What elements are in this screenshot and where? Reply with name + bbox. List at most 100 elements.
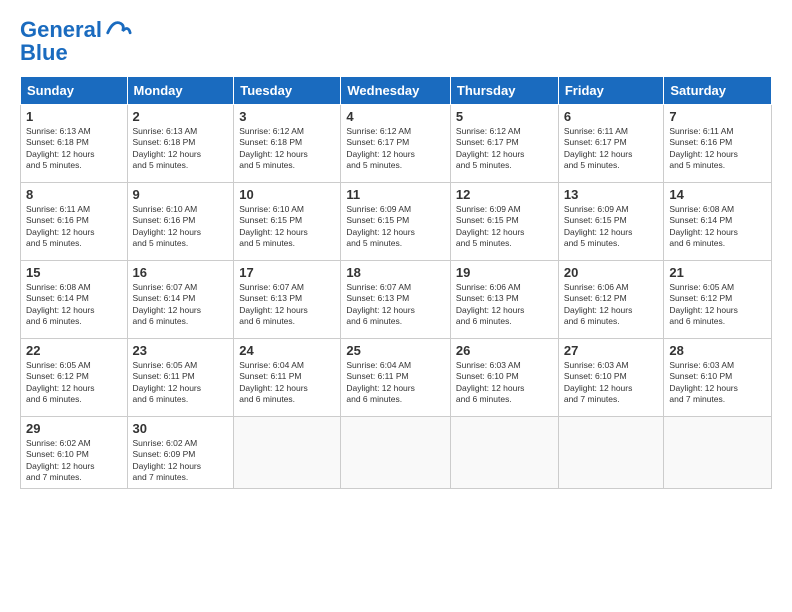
calendar-cell: 15 Sunrise: 6:08 AM Sunset: 6:14 PM Dayli… xyxy=(21,261,128,339)
calendar-cell: 1 Sunrise: 6:13 AM Sunset: 6:18 PM Daylig… xyxy=(21,105,128,183)
calendar-cell: 2 Sunrise: 6:13 AM Sunset: 6:18 PM Daylig… xyxy=(127,105,234,183)
calendar-cell: 3 Sunrise: 6:12 AM Sunset: 6:18 PM Daylig… xyxy=(234,105,341,183)
calendar-cell: 29Sunrise: 6:02 AM Sunset: 6:10 PM Dayli… xyxy=(21,417,128,489)
weekday-sunday: Sunday xyxy=(21,77,128,105)
calendar-cell: 22 Sunrise: 6:05 AM Sunset: 6:12 PM Dayli… xyxy=(21,339,128,417)
day-number: 7 xyxy=(669,109,766,124)
day-detail: Sunrise: 6:11 AM Sunset: 6:17 PM Dayligh… xyxy=(564,126,659,172)
weekday-monday: Monday xyxy=(127,77,234,105)
calendar-cell: 14 Sunrise: 6:08 AM Sunset: 6:14 PM Dayli… xyxy=(664,183,772,261)
day-number: 17 xyxy=(239,265,335,280)
day-number: 16 xyxy=(133,265,229,280)
calendar-cell: 10 Sunrise: 6:10 AM Sunset: 6:15 PM Dayli… xyxy=(234,183,341,261)
calendar-cell: 19Sunrise: 6:06 AM Sunset: 6:13 PM Dayli… xyxy=(450,261,558,339)
day-detail: Sunrise: 6:12 AM Sunset: 6:17 PM Dayligh… xyxy=(456,126,553,172)
calendar-cell: 13Sunrise: 6:09 AM Sunset: 6:15 PM Dayli… xyxy=(558,183,664,261)
day-detail: Sunrise: 6:07 AM Sunset: 6:14 PM Dayligh… xyxy=(133,282,229,328)
day-number: 4 xyxy=(346,109,445,124)
weekday-wednesday: Wednesday xyxy=(341,77,451,105)
calendar-cell: 17Sunrise: 6:07 AM Sunset: 6:13 PM Dayli… xyxy=(234,261,341,339)
day-detail: Sunrise: 6:05 AM Sunset: 6:11 PM Dayligh… xyxy=(133,360,229,406)
day-number: 25 xyxy=(346,343,445,358)
day-detail: Sunrise: 6:13 AM Sunset: 6:18 PM Dayligh… xyxy=(26,126,122,172)
day-detail: Sunrise: 6:03 AM Sunset: 6:10 PM Dayligh… xyxy=(456,360,553,406)
day-number: 21 xyxy=(669,265,766,280)
calendar-cell: 6 Sunrise: 6:11 AM Sunset: 6:17 PM Daylig… xyxy=(558,105,664,183)
calendar-cell: 7 Sunrise: 6:11 AM Sunset: 6:16 PM Daylig… xyxy=(664,105,772,183)
day-number: 29 xyxy=(26,421,122,436)
calendar-table: SundayMondayTuesdayWednesdayThursdayFrid… xyxy=(20,76,772,489)
day-number: 19 xyxy=(456,265,553,280)
calendar-week-5: 29Sunrise: 6:02 AM Sunset: 6:10 PM Dayli… xyxy=(21,417,772,489)
calendar-cell: 12Sunrise: 6:09 AM Sunset: 6:15 PM Dayli… xyxy=(450,183,558,261)
logo-icon xyxy=(104,16,132,44)
calendar-cell xyxy=(341,417,451,489)
day-number: 30 xyxy=(133,421,229,436)
day-number: 6 xyxy=(564,109,659,124)
calendar-cell: 25 Sunrise: 6:04 AM Sunset: 6:11 PM Dayli… xyxy=(341,339,451,417)
calendar-cell: 16 Sunrise: 6:07 AM Sunset: 6:14 PM Dayli… xyxy=(127,261,234,339)
day-detail: Sunrise: 6:07 AM Sunset: 6:13 PM Dayligh… xyxy=(346,282,445,328)
weekday-tuesday: Tuesday xyxy=(234,77,341,105)
day-detail: Sunrise: 6:03 AM Sunset: 6:10 PM Dayligh… xyxy=(564,360,659,406)
day-number: 10 xyxy=(239,187,335,202)
weekday-thursday: Thursday xyxy=(450,77,558,105)
weekday-saturday: Saturday xyxy=(664,77,772,105)
day-detail: Sunrise: 6:08 AM Sunset: 6:14 PM Dayligh… xyxy=(26,282,122,328)
day-detail: Sunrise: 6:12 AM Sunset: 6:18 PM Dayligh… xyxy=(239,126,335,172)
calendar-cell: 8 Sunrise: 6:11 AM Sunset: 6:16 PM Daylig… xyxy=(21,183,128,261)
day-detail: Sunrise: 6:04 AM Sunset: 6:11 PM Dayligh… xyxy=(346,360,445,406)
calendar-cell: 4 Sunrise: 6:12 AM Sunset: 6:17 PM Daylig… xyxy=(341,105,451,183)
day-detail: Sunrise: 6:11 AM Sunset: 6:16 PM Dayligh… xyxy=(669,126,766,172)
day-detail: Sunrise: 6:12 AM Sunset: 6:17 PM Dayligh… xyxy=(346,126,445,172)
day-number: 1 xyxy=(26,109,122,124)
day-detail: Sunrise: 6:05 AM Sunset: 6:12 PM Dayligh… xyxy=(669,282,766,328)
calendar-cell: 28Sunrise: 6:03 AM Sunset: 6:10 PM Dayli… xyxy=(664,339,772,417)
weekday-friday: Friday xyxy=(558,77,664,105)
day-detail: Sunrise: 6:08 AM Sunset: 6:14 PM Dayligh… xyxy=(669,204,766,250)
day-number: 5 xyxy=(456,109,553,124)
calendar-cell xyxy=(234,417,341,489)
day-detail: Sunrise: 6:10 AM Sunset: 6:15 PM Dayligh… xyxy=(239,204,335,250)
day-number: 2 xyxy=(133,109,229,124)
day-number: 24 xyxy=(239,343,335,358)
calendar-cell: 21 Sunrise: 6:05 AM Sunset: 6:12 PM Dayli… xyxy=(664,261,772,339)
calendar-cell: 26Sunrise: 6:03 AM Sunset: 6:10 PM Dayli… xyxy=(450,339,558,417)
day-detail: Sunrise: 6:09 AM Sunset: 6:15 PM Dayligh… xyxy=(456,204,553,250)
day-number: 20 xyxy=(564,265,659,280)
day-number: 22 xyxy=(26,343,122,358)
calendar-week-1: 1 Sunrise: 6:13 AM Sunset: 6:18 PM Daylig… xyxy=(21,105,772,183)
day-detail: Sunrise: 6:05 AM Sunset: 6:12 PM Dayligh… xyxy=(26,360,122,406)
day-number: 18 xyxy=(346,265,445,280)
day-detail: Sunrise: 6:10 AM Sunset: 6:16 PM Dayligh… xyxy=(133,204,229,250)
calendar-cell: 5 Sunrise: 6:12 AM Sunset: 6:17 PM Daylig… xyxy=(450,105,558,183)
day-number: 3 xyxy=(239,109,335,124)
day-number: 11 xyxy=(346,187,445,202)
day-number: 28 xyxy=(669,343,766,358)
logo-text: General xyxy=(20,19,102,41)
day-number: 15 xyxy=(26,265,122,280)
day-detail: Sunrise: 6:09 AM Sunset: 6:15 PM Dayligh… xyxy=(346,204,445,250)
calendar-cell: 9Sunrise: 6:10 AM Sunset: 6:16 PM Daylig… xyxy=(127,183,234,261)
calendar-cell: 30 Sunrise: 6:02 AM Sunset: 6:09 PM Dayli… xyxy=(127,417,234,489)
calendar-cell: 27Sunrise: 6:03 AM Sunset: 6:10 PM Dayli… xyxy=(558,339,664,417)
day-detail: Sunrise: 6:09 AM Sunset: 6:15 PM Dayligh… xyxy=(564,204,659,250)
calendar-cell xyxy=(558,417,664,489)
day-number: 14 xyxy=(669,187,766,202)
calendar-body: 1 Sunrise: 6:13 AM Sunset: 6:18 PM Daylig… xyxy=(21,105,772,489)
calendar-cell xyxy=(450,417,558,489)
logo: General Blue xyxy=(20,16,132,66)
page: General Blue SundayMondayTuesdayWednesda… xyxy=(0,0,792,505)
calendar-cell: 23 Sunrise: 6:05 AM Sunset: 6:11 PM Dayli… xyxy=(127,339,234,417)
day-detail: Sunrise: 6:02 AM Sunset: 6:09 PM Dayligh… xyxy=(133,438,229,484)
calendar-cell: 20 Sunrise: 6:06 AM Sunset: 6:12 PM Dayli… xyxy=(558,261,664,339)
day-number: 8 xyxy=(26,187,122,202)
calendar-cell xyxy=(664,417,772,489)
day-detail: Sunrise: 6:13 AM Sunset: 6:18 PM Dayligh… xyxy=(133,126,229,172)
calendar-cell: 11 Sunrise: 6:09 AM Sunset: 6:15 PM Dayli… xyxy=(341,183,451,261)
calendar-week-3: 15 Sunrise: 6:08 AM Sunset: 6:14 PM Dayli… xyxy=(21,261,772,339)
calendar-cell: 18 Sunrise: 6:07 AM Sunset: 6:13 PM Dayli… xyxy=(341,261,451,339)
day-detail: Sunrise: 6:11 AM Sunset: 6:16 PM Dayligh… xyxy=(26,204,122,250)
day-number: 23 xyxy=(133,343,229,358)
day-detail: Sunrise: 6:06 AM Sunset: 6:12 PM Dayligh… xyxy=(564,282,659,328)
